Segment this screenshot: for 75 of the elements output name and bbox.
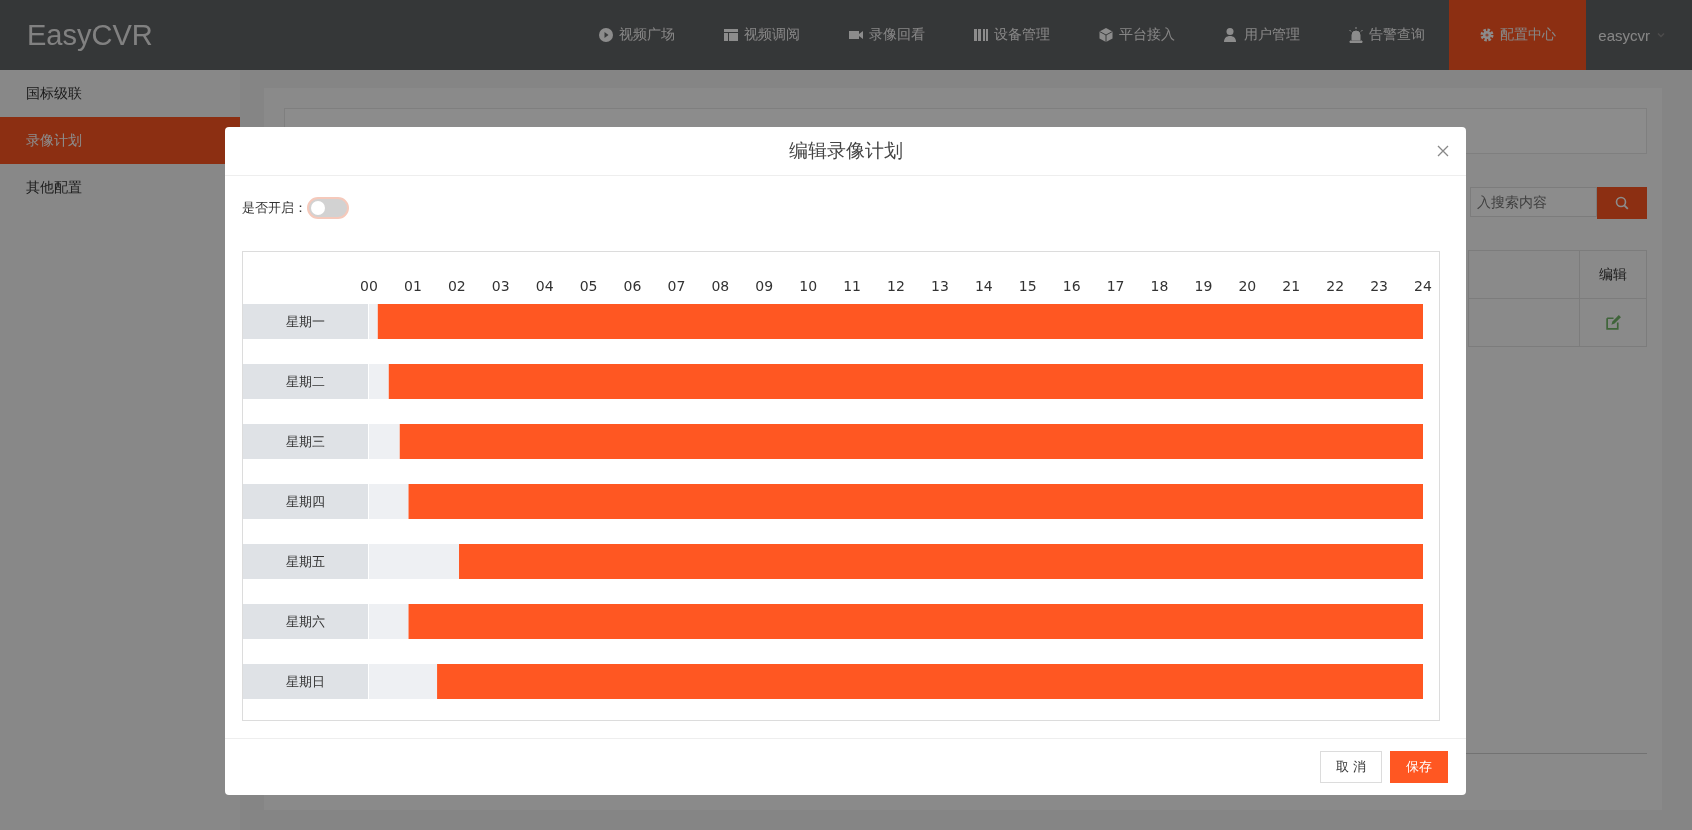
hour-label: 22 bbox=[1326, 278, 1345, 294]
idle-bar[interactable] bbox=[369, 304, 378, 339]
hour-label: 20 bbox=[1238, 278, 1257, 294]
day-label: 星期日 bbox=[285, 674, 325, 689]
idle-bar[interactable] bbox=[369, 604, 409, 639]
hour-label: 10 bbox=[799, 278, 818, 294]
nav-item[interactable]: 用户管理 bbox=[1199, 0, 1325, 70]
layout-icon bbox=[723, 27, 740, 43]
hour-label: 01 bbox=[404, 278, 422, 294]
nav-item[interactable]: 配置中心 bbox=[1449, 0, 1587, 70]
schedule-bar[interactable] bbox=[437, 664, 1423, 699]
hour-label: 21 bbox=[1282, 278, 1301, 294]
logo: EasyCVR bbox=[26, 18, 154, 52]
hour-label: 00 bbox=[360, 278, 378, 294]
nav-item[interactable]: 录像回看 bbox=[824, 0, 950, 70]
schedule-bar[interactable] bbox=[408, 604, 1423, 639]
day-label: 星期六 bbox=[285, 614, 325, 629]
idle-bar[interactable] bbox=[369, 544, 460, 579]
column-header: 编辑 bbox=[1598, 264, 1628, 284]
toggle-switch[interactable] bbox=[307, 197, 349, 219]
hour-label: 24 bbox=[1414, 278, 1432, 294]
sidebar-item[interactable]: 录像计划 bbox=[0, 117, 240, 164]
hour-label: 13 bbox=[931, 278, 949, 294]
day-label: 星期三 bbox=[285, 434, 325, 449]
sidebar-item[interactable]: 国标级联 bbox=[0, 70, 240, 117]
hour-label: 08 bbox=[711, 278, 730, 294]
day-label: 星期四 bbox=[285, 494, 325, 509]
hour-label: 18 bbox=[1150, 278, 1169, 294]
hour-label: 05 bbox=[579, 278, 598, 294]
day-label: 星期一 bbox=[285, 314, 325, 329]
hour-label: 16 bbox=[1062, 278, 1081, 294]
hour-label: 07 bbox=[667, 278, 686, 294]
alarm-light-icon bbox=[1348, 27, 1365, 43]
user-menu[interactable]: easycvr bbox=[1586, 26, 1692, 44]
hour-label: 03 bbox=[491, 278, 510, 294]
idle-bar[interactable] bbox=[369, 424, 400, 459]
close-icon[interactable] bbox=[1436, 144, 1450, 158]
settings-icon bbox=[1479, 27, 1496, 43]
schedule-bar[interactable] bbox=[388, 364, 1423, 399]
play-icon bbox=[598, 27, 615, 43]
hour-label: 09 bbox=[755, 278, 774, 294]
idle-bar[interactable] bbox=[369, 484, 409, 519]
hour-label: 17 bbox=[1106, 278, 1125, 294]
schedule-bar[interactable] bbox=[408, 484, 1423, 519]
nav-item[interactable]: 视频调阅 bbox=[699, 0, 825, 70]
cancel-button[interactable]: 取 消 bbox=[1319, 751, 1382, 783]
nav-item[interactable]: 平台接入 bbox=[1074, 0, 1200, 70]
hour-label: 02 bbox=[447, 278, 466, 294]
hour-label: 15 bbox=[1018, 278, 1037, 294]
schedule-bar[interactable] bbox=[399, 424, 1423, 459]
hour-label: 14 bbox=[974, 278, 993, 294]
dialog-title: 编辑录像计划 bbox=[788, 138, 903, 163]
save-button[interactable]: 保存 bbox=[1390, 751, 1448, 783]
idle-bar[interactable] bbox=[369, 364, 389, 399]
columns-icon bbox=[973, 27, 990, 43]
hour-label: 12 bbox=[887, 278, 905, 294]
hour-label: 04 bbox=[535, 278, 554, 294]
hour-label: 11 bbox=[843, 278, 861, 294]
schedule-bar[interactable] bbox=[377, 304, 1423, 339]
day-label: 星期二 bbox=[285, 374, 325, 389]
nav-item[interactable]: 视频广场 bbox=[574, 0, 700, 70]
nav-item[interactable]: 设备管理 bbox=[949, 0, 1075, 70]
idle-bar[interactable] bbox=[369, 664, 438, 699]
hour-label: 19 bbox=[1194, 278, 1213, 294]
search-button[interactable] bbox=[1597, 187, 1647, 219]
hour-label: 06 bbox=[623, 278, 642, 294]
search-field[interactable]: 入搜索内容 bbox=[1470, 187, 1597, 217]
edit-icon[interactable] bbox=[1604, 314, 1622, 331]
schedule-bar[interactable] bbox=[459, 544, 1423, 579]
toggle-label: 是否开启： bbox=[242, 199, 307, 217]
search-icon bbox=[1614, 195, 1630, 211]
nav-item[interactable]: 告警查询 bbox=[1324, 0, 1450, 70]
cube-icon bbox=[1098, 27, 1115, 43]
day-label: 星期五 bbox=[285, 554, 325, 569]
hour-label: 23 bbox=[1370, 278, 1388, 294]
